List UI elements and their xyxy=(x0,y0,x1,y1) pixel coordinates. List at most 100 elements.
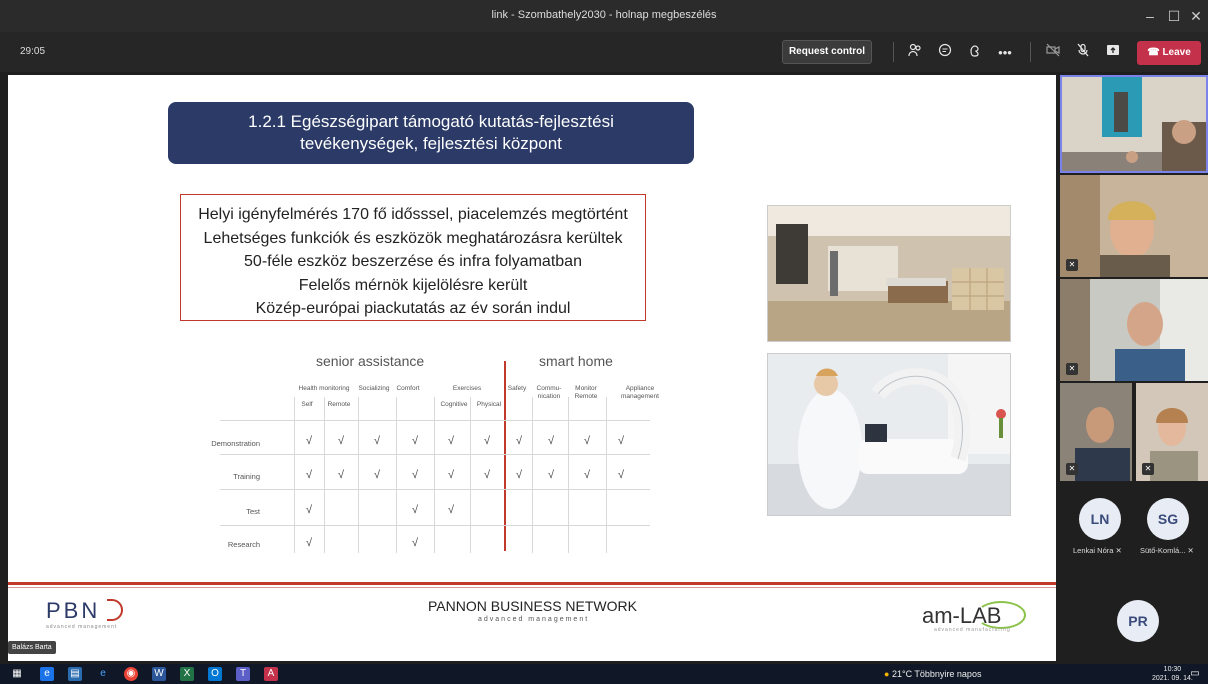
share-icon[interactable] xyxy=(1102,42,1124,64)
pbn-logo: PBN xyxy=(46,598,101,623)
presenter-name-tag: Balázs Barta xyxy=(8,641,56,654)
check-mark: √ xyxy=(337,469,345,481)
col-header: Commu-nication xyxy=(536,385,562,400)
weather-widget[interactable]: ● 21°C Többnyire napos xyxy=(884,669,981,679)
check-mark: √ xyxy=(515,469,523,481)
edge-icon[interactable]: e xyxy=(40,667,54,681)
toolbar-divider xyxy=(893,42,894,62)
check-mark: √ xyxy=(583,435,591,447)
more-icon[interactable]: ••• xyxy=(994,42,1016,64)
avatar-sg[interactable]: SG xyxy=(1147,498,1189,540)
slide-bullet-box: Helyi igényfelmérés 170 fő idősssel, pia… xyxy=(180,194,646,321)
check-mark: √ xyxy=(447,504,455,516)
check-mark: √ xyxy=(305,537,313,549)
grid-line xyxy=(220,489,650,490)
amlab-logo-sub: advanced manufacturing xyxy=(934,627,1011,633)
mic-muted-icon: ✕ xyxy=(1066,259,1078,271)
participant-video-tile[interactable]: ✕ xyxy=(1060,383,1132,481)
participant-video-tile[interactable]: ✕ xyxy=(1060,175,1208,277)
check-mark: √ xyxy=(547,469,555,481)
check-mark: √ xyxy=(483,469,491,481)
slide-title-line2: tevékenységek, fejlesztési központ xyxy=(300,134,562,153)
chrome-icon[interactable]: ◉ xyxy=(124,667,138,681)
row-label-training: Training xyxy=(233,472,260,481)
maximize-button[interactable]: ☐ xyxy=(1164,6,1184,26)
avatar-ln[interactable]: LN xyxy=(1079,498,1121,540)
taskbar-clock[interactable]: 10:30 2021. 09. 14. xyxy=(1152,665,1193,683)
teams-icon[interactable]: T xyxy=(236,667,250,681)
sun-icon: ● xyxy=(884,669,890,679)
clock-time: 10:30 xyxy=(1163,666,1182,673)
sub-header: Physical xyxy=(476,401,502,408)
participant-name-sg: Sütő-Komlá... ✕ xyxy=(1140,546,1194,555)
request-control-button[interactable]: Request control xyxy=(782,40,872,64)
toolbar-divider xyxy=(1030,42,1031,62)
participant-name-ln: Lenkai Nóra ✕ xyxy=(1073,546,1122,555)
grid-line xyxy=(294,397,295,553)
check-mark: √ xyxy=(483,435,491,447)
acrobat-icon[interactable]: A xyxy=(264,667,278,681)
col-header: Health monitoring xyxy=(298,385,350,392)
mic-muted-icon: ✕ xyxy=(1142,463,1154,475)
leave-label: Leave xyxy=(1162,47,1191,58)
footer-thin-line xyxy=(8,587,1056,588)
participant-video-tile[interactable] xyxy=(1060,75,1208,173)
participant-video-tile[interactable]: ✕ xyxy=(1136,383,1208,481)
check-mark: √ xyxy=(373,435,381,447)
row-label-test: Test xyxy=(246,507,260,516)
col-header: Monitor Remote xyxy=(574,385,598,400)
grid-line xyxy=(470,397,471,553)
bullet-line: Felelős mérnök kijelölésre került xyxy=(298,276,528,294)
bullet-line: 50-féle eszköz beszerzése és infra folya… xyxy=(244,253,582,270)
pbn-logo-mark xyxy=(107,599,123,621)
notification-icon[interactable]: ▭ xyxy=(1188,667,1202,681)
grid-line xyxy=(532,397,533,553)
slide-title: 1.2.1 Egészségipart támogató kutatás-fej… xyxy=(168,102,694,164)
grid-line xyxy=(396,397,397,553)
check-mark: √ xyxy=(411,469,419,481)
row-label-demonstration: Demonstration xyxy=(211,439,260,448)
check-mark: √ xyxy=(547,435,555,447)
file-explorer-icon[interactable]: ▤ xyxy=(68,667,82,681)
avatar-pr[interactable]: PR xyxy=(1117,600,1159,642)
mic-muted-icon: ✕ xyxy=(1066,363,1078,375)
word-icon[interactable]: W xyxy=(152,667,166,681)
minimize-button[interactable]: – xyxy=(1140,6,1160,26)
people-icon[interactable] xyxy=(904,42,926,64)
grid-line xyxy=(358,397,359,553)
internet-explorer-icon[interactable]: e xyxy=(96,667,110,681)
leave-button[interactable]: ☎ Leave xyxy=(1137,41,1201,65)
window-title: link - Szombathely2030 - holnap megbeszé… xyxy=(491,9,717,21)
pannon-logo-sub: advanced management xyxy=(478,616,590,623)
care-room-photo xyxy=(767,205,1011,342)
col-header: Safety xyxy=(507,385,527,392)
chat-icon[interactable] xyxy=(934,42,956,64)
check-mark: √ xyxy=(515,435,523,447)
camera-off-icon[interactable] xyxy=(1042,42,1064,64)
bullet-line: Lehetséges funkciók és eszközök meghatár… xyxy=(203,229,623,247)
participant-video-tile[interactable]: ✕ xyxy=(1060,279,1208,381)
sub-header: Remote xyxy=(327,401,351,408)
sub-header: Cognitive xyxy=(440,401,468,408)
check-mark: √ xyxy=(305,435,313,447)
check-mark: √ xyxy=(617,435,625,447)
pannon-logo: PANNON BUSINESS NETWORK xyxy=(428,598,637,614)
clock-date: 2021. 09. 14. xyxy=(1152,675,1193,682)
grid-line xyxy=(220,525,650,526)
windows-start-icon[interactable]: ▦ xyxy=(10,667,24,681)
mic-off-icon[interactable] xyxy=(1072,42,1094,64)
check-mark: √ xyxy=(447,469,455,481)
close-button[interactable]: ✕ xyxy=(1186,6,1206,26)
check-mark: √ xyxy=(583,469,591,481)
check-mark: √ xyxy=(337,435,345,447)
reactions-icon[interactable] xyxy=(964,42,986,64)
mic-muted-icon: ✕ xyxy=(1187,546,1194,555)
grid-line xyxy=(220,454,650,455)
grid-line xyxy=(220,420,650,421)
outlook-icon[interactable]: O xyxy=(208,667,222,681)
robot-nurse-photo xyxy=(767,353,1011,516)
teams-meeting-window: link - Szombathely2030 - holnap megbeszé… xyxy=(0,0,1208,684)
title-bar: link - Szombathely2030 - holnap megbeszé… xyxy=(0,0,1208,32)
phone-hangup-icon: ☎ xyxy=(1147,47,1160,58)
excel-icon[interactable]: X xyxy=(180,667,194,681)
